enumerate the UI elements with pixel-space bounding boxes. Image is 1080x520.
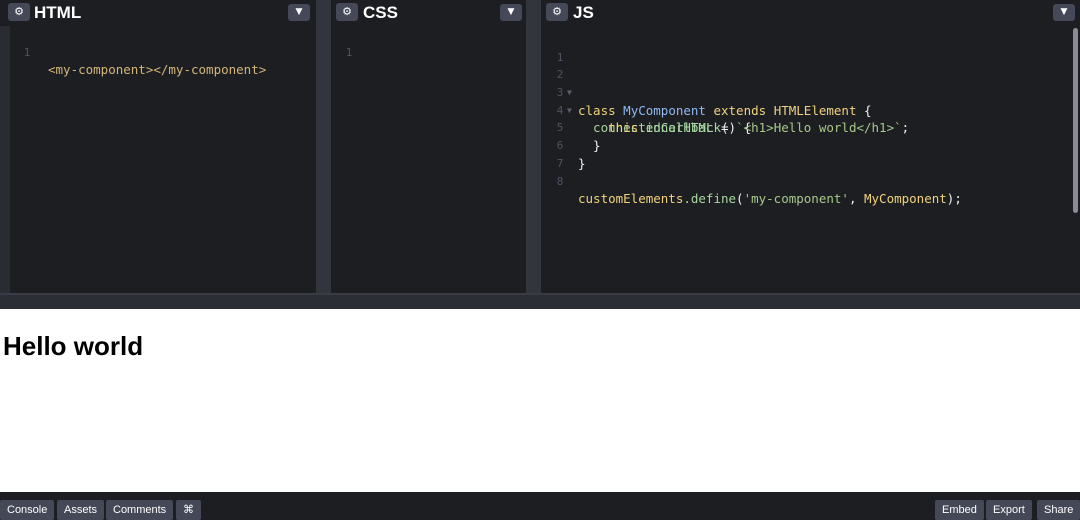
gear-icon[interactable]: ⚙ (8, 3, 30, 21)
css-pane-title: CSS (363, 3, 398, 22)
html-pane-header: ⚙ HTML ▼ (0, 0, 316, 26)
console-button[interactable]: Console (0, 500, 55, 520)
code-line: 1 (541, 31, 1080, 64)
js-pane-title: JS (573, 3, 594, 22)
punctuation: ( (736, 191, 744, 207)
gear-icon[interactable]: ⚙ (336, 3, 358, 21)
html-code-editor[interactable]: 1 <my-component></my-component> (0, 26, 316, 294)
code-line: 3 ▼ connectedCallback() { (541, 66, 1080, 135)
class-name: MyComponent (864, 191, 947, 207)
keyboard-shortcuts-button[interactable]: ⌘ (176, 500, 201, 520)
preview-heading: Hello world (3, 331, 144, 361)
css-code-editor[interactable]: 1 (331, 26, 526, 294)
pane-divider[interactable] (526, 0, 541, 294)
js-pane-header: ⚙ JS ▼ (541, 0, 1080, 26)
line-number: 8 (556, 174, 564, 188)
result-preview: Hello world (0, 309, 1080, 492)
editor-area: ⚙ HTML ▼ 1 <my-component></my-component>… (0, 0, 1080, 294)
code-line: 8 customElements.define('my-component', … (541, 155, 1080, 207)
code-line: 2 ▼ class MyComponent extends HTMLElemen… (541, 49, 1080, 117)
line-number: 1 (345, 45, 353, 59)
identifier: customElements (578, 191, 684, 207)
css-editor-pane: ⚙ CSS ▼ 1 (331, 0, 526, 294)
code-text: customElements.define('my-component', My… (578, 190, 962, 208)
pane-divider[interactable] (316, 0, 331, 294)
code-line: 1 <my-component></my-component> (0, 26, 316, 78)
embed-button[interactable]: Embed (935, 500, 984, 520)
punctuation: ); (946, 191, 962, 207)
line-number: 1 (23, 45, 31, 59)
code-line: 1 (331, 26, 526, 59)
chevron-down-icon[interactable]: ▼ (500, 4, 522, 21)
js-editor-pane: ⚙ JS ▼ 1 2 ▼ class MyComponent extends H… (541, 0, 1080, 294)
code-line: 7 (541, 137, 1080, 170)
code-line: 5 } (541, 102, 1080, 153)
gear-icon[interactable]: ⚙ (546, 3, 568, 21)
footer-bar: Console Assets Comments ⌘ Embed Export S… (0, 492, 1080, 520)
method-name: .define (683, 191, 737, 207)
assets-button[interactable]: Assets (57, 500, 105, 520)
code-text: <my-component></my-component> (48, 62, 267, 78)
html-pane-title: HTML (34, 3, 82, 22)
export-button[interactable]: Export (986, 500, 1032, 520)
editor-scrollbar[interactable] (1073, 28, 1078, 213)
css-pane-header: ⚙ CSS ▼ (331, 0, 526, 26)
share-button[interactable]: Share (1037, 500, 1080, 520)
code-line: 4 this.innerHTML = `<h1>Hello world</h1>… (541, 84, 1080, 136)
punctuation: , (848, 191, 864, 207)
chevron-down-icon[interactable]: ▼ (1053, 4, 1075, 21)
comments-button[interactable]: Comments (106, 500, 174, 520)
preview-resize-handle[interactable] (0, 294, 1080, 309)
js-code-editor[interactable]: 1 2 ▼ class MyComponent extends HTMLElem… (541, 31, 1080, 294)
chevron-down-icon[interactable]: ▼ (288, 4, 310, 21)
string: 'my-component' (743, 191, 849, 207)
code-line: 6 } (541, 119, 1080, 171)
html-editor-pane: ⚙ HTML ▼ 1 <my-component></my-component> (0, 0, 316, 294)
